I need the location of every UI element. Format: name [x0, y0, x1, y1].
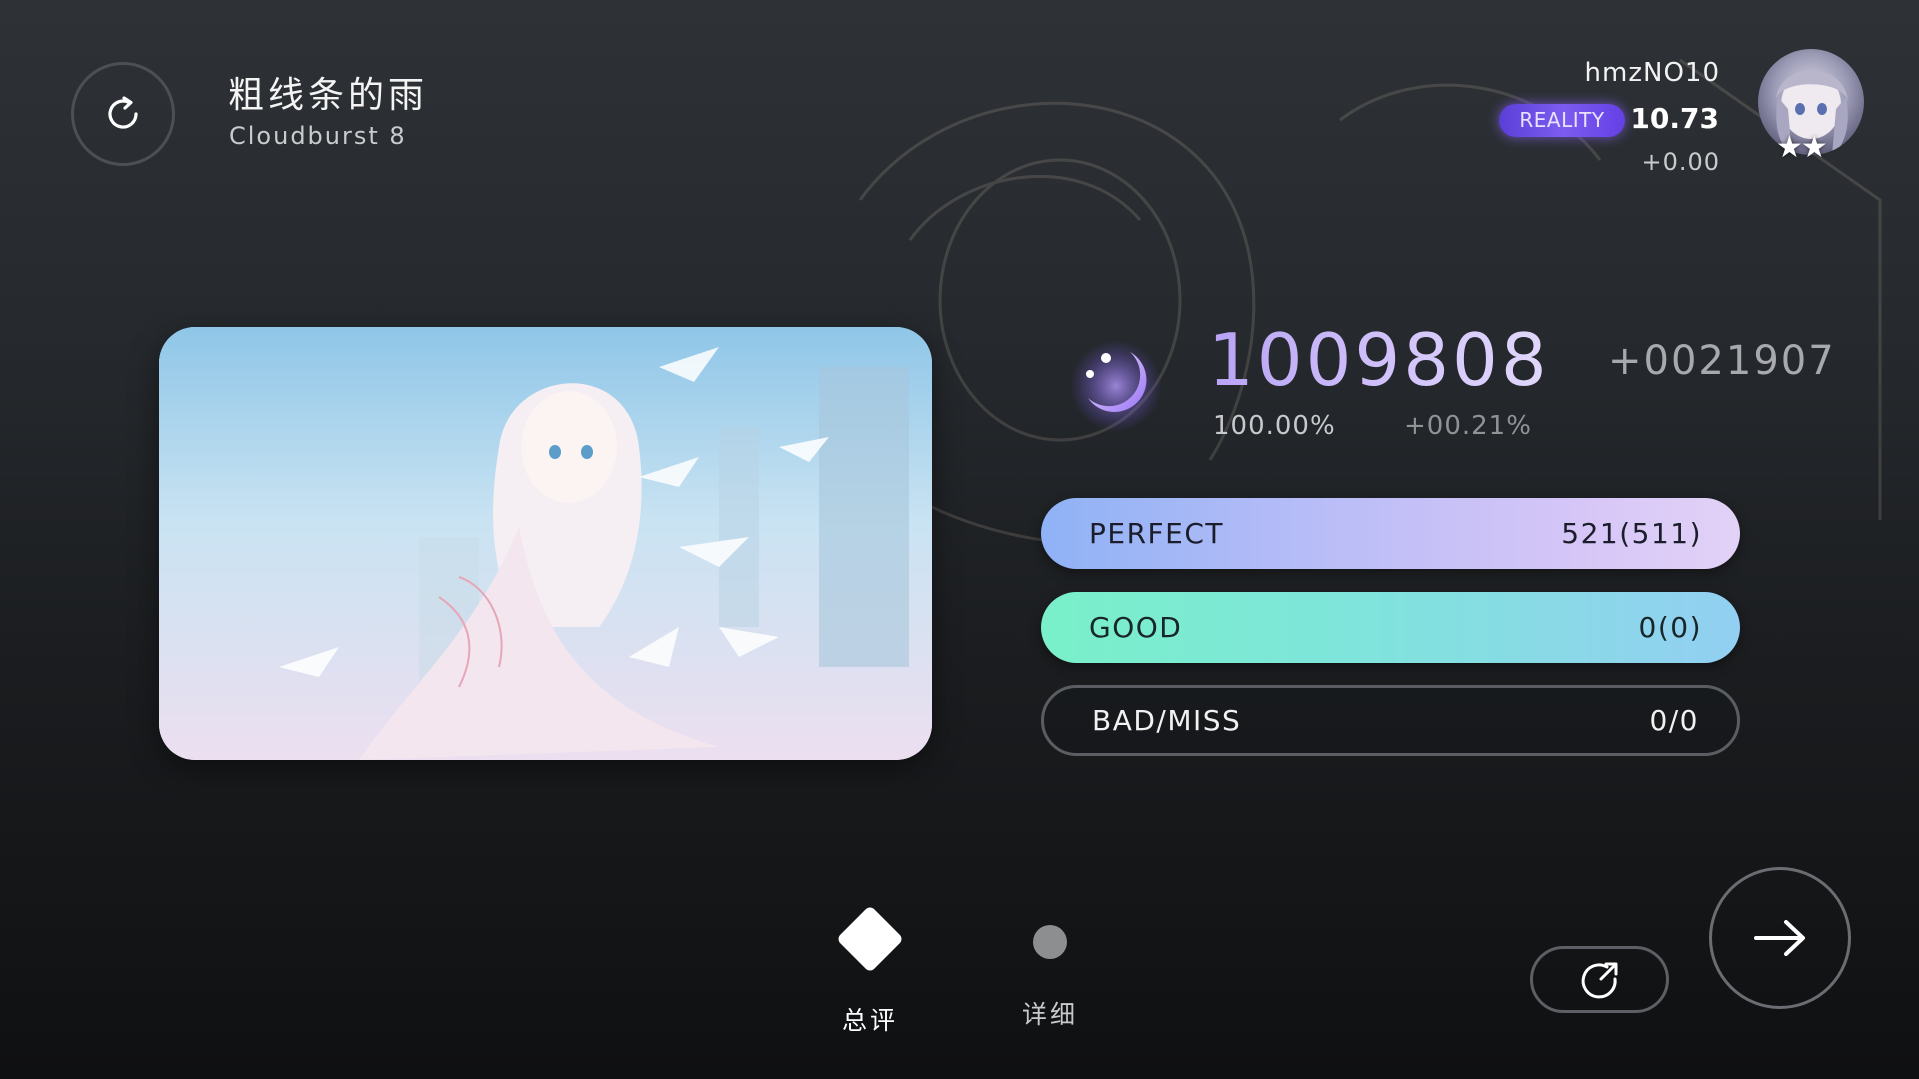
- song-illustration: [159, 327, 932, 760]
- arrow-right-icon: [1754, 920, 1805, 956]
- accuracy-delta: +00.21%: [1404, 411, 1532, 441]
- dot-icon: [1033, 925, 1067, 959]
- moon-rank-icon: [1070, 340, 1162, 432]
- player-rks: 10.73: [1630, 102, 1719, 135]
- background-artwork: [818, 58, 1882, 547]
- diamond-icon: [836, 905, 904, 973]
- player-name: hmzNO10: [1584, 58, 1720, 88]
- tab-detail-label: 详细: [1021, 1000, 1078, 1029]
- perfect-label: PERFECT: [1089, 517, 1224, 550]
- retry-icon: [108, 96, 138, 129]
- next-button[interactable]: [1709, 867, 1851, 1009]
- tab-detail[interactable]: 详细: [990, 905, 1110, 1031]
- bad-miss-value: 0/0: [1649, 704, 1699, 737]
- tab-summary-label: 总评: [841, 1006, 898, 1035]
- perfect-count-bar: PERFECT 521(511): [1041, 498, 1740, 569]
- song-difficulty-level: Cloudburst 8: [229, 122, 407, 150]
- perfect-value: 521(511): [1561, 517, 1702, 550]
- share-icon: [1581, 962, 1617, 998]
- illustration-art: [159, 327, 932, 760]
- bad-miss-count-bar: BAD/MISS 0/0: [1041, 685, 1740, 756]
- song-title: 粗线条的雨: [228, 75, 429, 116]
- player-rks-delta: +0.00: [1641, 148, 1720, 176]
- share-button[interactable]: [1530, 946, 1669, 1013]
- player-stars: ★★: [1776, 130, 1828, 165]
- score-delta: +0021907: [1608, 338, 1836, 384]
- good-label: GOOD: [1089, 611, 1183, 644]
- bad-miss-label: BAD/MISS: [1092, 704, 1242, 737]
- good-count-bar: GOOD 0(0): [1041, 592, 1740, 663]
- retry-button[interactable]: [71, 62, 175, 166]
- total-score: 1009808: [1208, 318, 1550, 402]
- accuracy: 100.00%: [1213, 411, 1336, 441]
- good-value: 0(0): [1638, 611, 1702, 644]
- tab-summary[interactable]: 总评: [810, 905, 930, 1037]
- reality-badge: REALITY: [1499, 104, 1625, 137]
